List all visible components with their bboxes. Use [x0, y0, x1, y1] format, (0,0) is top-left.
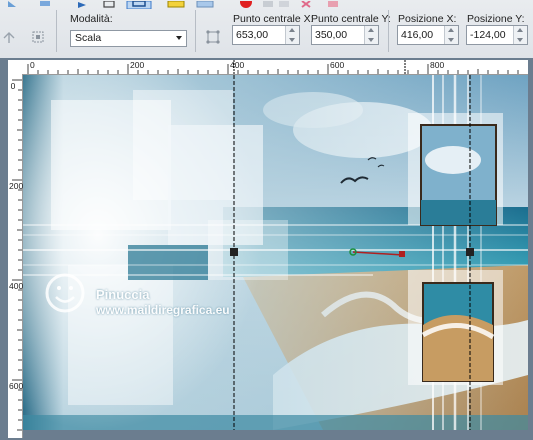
- chevron-down-icon: [176, 36, 182, 40]
- image-canvas[interactable]: Pinuccia www.maildiregrafica.eu: [23, 75, 528, 430]
- transform-handle-icon[interactable]: [204, 28, 222, 46]
- position-y-spinner[interactable]: [513, 26, 527, 44]
- separator: [195, 10, 196, 52]
- center-x-spinner[interactable]: [285, 26, 299, 44]
- top-icon-strip: [0, 0, 533, 10]
- position-x-spinner[interactable]: [444, 26, 458, 44]
- mode-select-value: Scala: [75, 32, 102, 44]
- pick-tool-icon[interactable]: [29, 28, 47, 46]
- ruler-label: 400: [230, 60, 245, 70]
- position-y-value: -124,00: [470, 29, 506, 41]
- center-x-value: 653,00: [236, 29, 269, 41]
- ruler-label: 0: [10, 81, 16, 91]
- position-y-input[interactable]: -124,00: [466, 25, 528, 45]
- position-x-value: 416,00: [401, 29, 434, 41]
- center-y-label: Punto centrale Y:: [311, 13, 391, 25]
- watermark-name: Pinuccia: [96, 287, 150, 302]
- position-y-label: Posizione Y:: [467, 13, 525, 25]
- center-y-spinner[interactable]: [364, 26, 378, 44]
- watermark-site: www.maildiregrafica.eu: [96, 303, 230, 317]
- ruler-label: 800: [430, 60, 445, 70]
- guide-handle: [466, 248, 474, 256]
- workspace: 0 200 400 600 800 0 200 400 600 Pinuccia…: [0, 58, 533, 440]
- vertical-ruler[interactable]: 0 200 400 600: [8, 74, 23, 438]
- mode-label: Modalità:: [70, 13, 113, 25]
- pivot-handle: [399, 251, 405, 257]
- position-x-input[interactable]: 416,00: [397, 25, 459, 45]
- position-x-label: Posizione X:: [398, 13, 457, 25]
- horizontal-ruler[interactable]: 0 200 400 600 800: [8, 60, 528, 75]
- center-x-input[interactable]: 653,00: [232, 25, 300, 45]
- center-y-input[interactable]: 350,00: [311, 25, 379, 45]
- guide-handle: [230, 248, 238, 256]
- ruler-label: 600: [330, 60, 345, 70]
- ruler-ticks: [27, 60, 519, 74]
- separator: [388, 10, 389, 52]
- center-x-label: Punto centrale X:: [233, 13, 314, 25]
- mode-select[interactable]: Scala: [70, 30, 187, 47]
- artwork: [23, 75, 528, 430]
- cropped-icons: [8, 0, 338, 10]
- center-y-value: 350,00: [315, 29, 348, 41]
- ruler-label: 0: [30, 60, 35, 70]
- separator: [56, 10, 57, 52]
- undo-transform-icon[interactable]: [0, 28, 18, 46]
- ruler-label: 200: [130, 60, 145, 70]
- ruler-label: 600: [9, 381, 24, 391]
- tool-options-bar: Modalità: Scala Punto centrale X: 653,00…: [0, 0, 533, 59]
- ruler-label: 400: [9, 281, 24, 291]
- ruler-label: 200: [9, 181, 24, 191]
